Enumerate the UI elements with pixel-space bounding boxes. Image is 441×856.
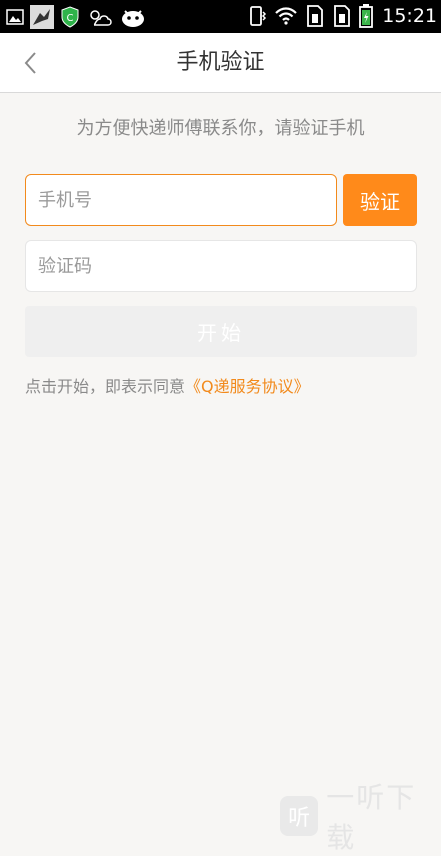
agreement-text: 点击开始，即表示同意《Q递服务协议》 [25,373,310,397]
sim2-icon [334,5,351,27]
service-agreement-link[interactable]: 《Q递服务协议》 [185,377,310,396]
svg-text:C: C [67,13,74,24]
vibrate-icon [250,6,267,26]
status-bar-right: 15:21 [247,4,437,28]
gallery-icon [6,9,24,25]
nav-bar: 手机验证 [0,33,441,93]
agreement-prefix: 点击开始，即表示同意 [25,377,186,396]
wifi-icon [275,7,298,25]
status-bar-left: C [6,5,146,29]
watermark-text: 一听下载 [326,781,417,854]
verify-hint: 为方便快递师傅联系你，请验证手机 [76,118,365,139]
shield-app-icon: C [61,6,79,28]
status-bar: C 15:21 [0,0,441,33]
watermark: 听 一听下载 [280,781,441,854]
page-title: 手机验证 [176,50,265,75]
bird-icon [30,5,54,29]
phone-input[interactable] [25,174,337,226]
verify-button[interactable]: 验证 [343,174,417,226]
code-input[interactable] [25,240,417,292]
weather-icon [90,10,112,26]
battery-icon [359,4,374,28]
robot-icon [122,10,144,27]
status-time: 15:21 [382,5,437,27]
start-button[interactable]: 开始 [25,306,417,357]
watermark-logo: 听 [280,796,319,836]
sim1-icon [307,5,324,27]
